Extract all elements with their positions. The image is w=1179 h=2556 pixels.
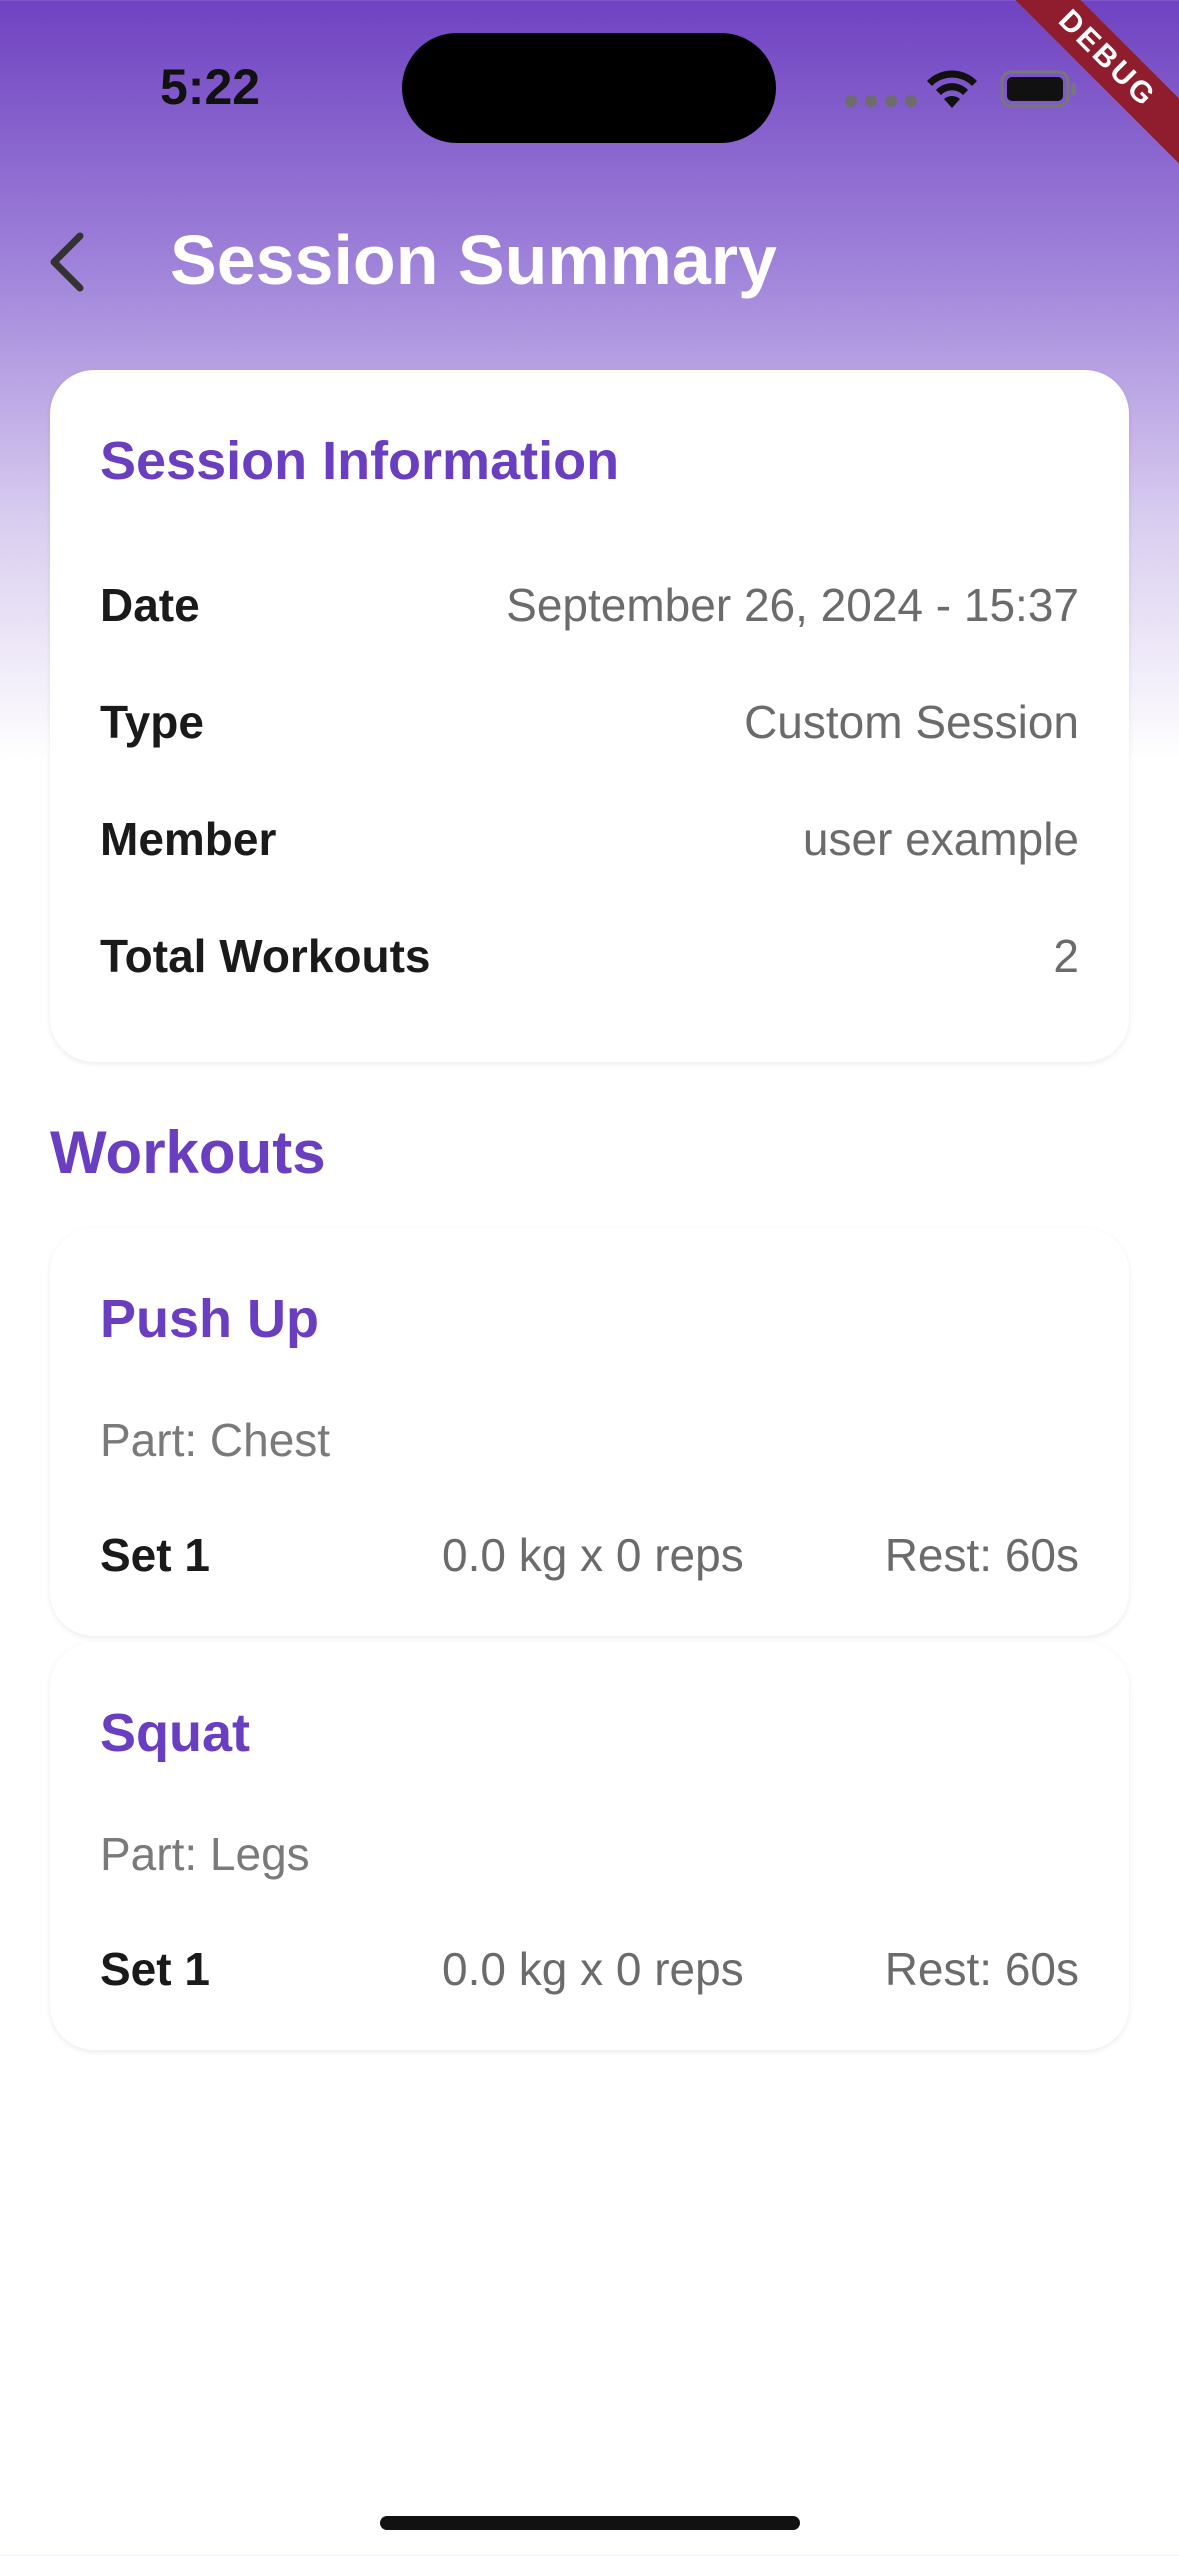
status-time: 5:22 bbox=[160, 59, 261, 115]
info-label: Type bbox=[100, 696, 204, 748]
dynamic-island bbox=[402, 33, 776, 143]
set-rest: Rest: 60s bbox=[884, 1529, 1079, 1581]
page-title: Session Summary bbox=[170, 221, 777, 299]
chevron-left-icon bbox=[50, 232, 84, 292]
workouts-heading: Workouts bbox=[50, 1119, 326, 1186]
info-value: September 26, 2024 - 15:37 bbox=[506, 579, 1079, 631]
info-value: Custom Session bbox=[744, 696, 1079, 748]
set-label: Set 1 bbox=[100, 1529, 210, 1581]
workout-card[interactable]: Push Up Part: Chest Set 1 0.0 kg x 0 rep… bbox=[50, 1228, 1129, 1636]
info-row-date: Date September 26, 2024 - 15:37 bbox=[100, 570, 1079, 640]
workout-name: Squat bbox=[100, 1703, 251, 1763]
set-rest: Rest: 60s bbox=[884, 1943, 1079, 1995]
set-label: Set 1 bbox=[100, 1943, 210, 1995]
info-value: user example bbox=[802, 813, 1079, 865]
info-value: 2 bbox=[1053, 930, 1079, 982]
info-row-type: Type Custom Session bbox=[100, 687, 1079, 757]
session-information-card: Session Information Date September 26, 2… bbox=[50, 370, 1129, 1062]
home-indicator[interactable] bbox=[380, 2516, 800, 2530]
session-information-title: Session Information bbox=[100, 431, 620, 491]
cellular-signal-icon bbox=[845, 95, 917, 107]
back-button[interactable] bbox=[36, 222, 100, 302]
wifi-icon bbox=[927, 70, 977, 108]
info-label: Member bbox=[100, 813, 277, 865]
info-row-member: Member user example bbox=[100, 804, 1079, 874]
workout-card[interactable]: Squat Part: Legs Set 1 0.0 kg x 0 reps R… bbox=[50, 1642, 1129, 2050]
set-detail: 0.0 kg x 0 reps bbox=[442, 1529, 744, 1581]
info-label: Total Workouts bbox=[100, 930, 431, 982]
info-row-total-workouts: Total Workouts 2 bbox=[100, 921, 1079, 991]
set-row: Set 1 0.0 kg x 0 reps Rest: 60s bbox=[100, 1932, 1079, 2002]
battery-icon bbox=[1000, 70, 1076, 108]
info-label: Date bbox=[100, 579, 200, 631]
workout-name: Push Up bbox=[100, 1289, 320, 1349]
status-bar: 5:22 bbox=[0, 0, 1179, 170]
set-row: Set 1 0.0 kg x 0 reps Rest: 60s bbox=[100, 1518, 1079, 1588]
workout-part: Part: Chest bbox=[100, 1414, 331, 1466]
set-detail: 0.0 kg x 0 reps bbox=[442, 1943, 744, 1995]
workout-part: Part: Legs bbox=[100, 1828, 310, 1880]
